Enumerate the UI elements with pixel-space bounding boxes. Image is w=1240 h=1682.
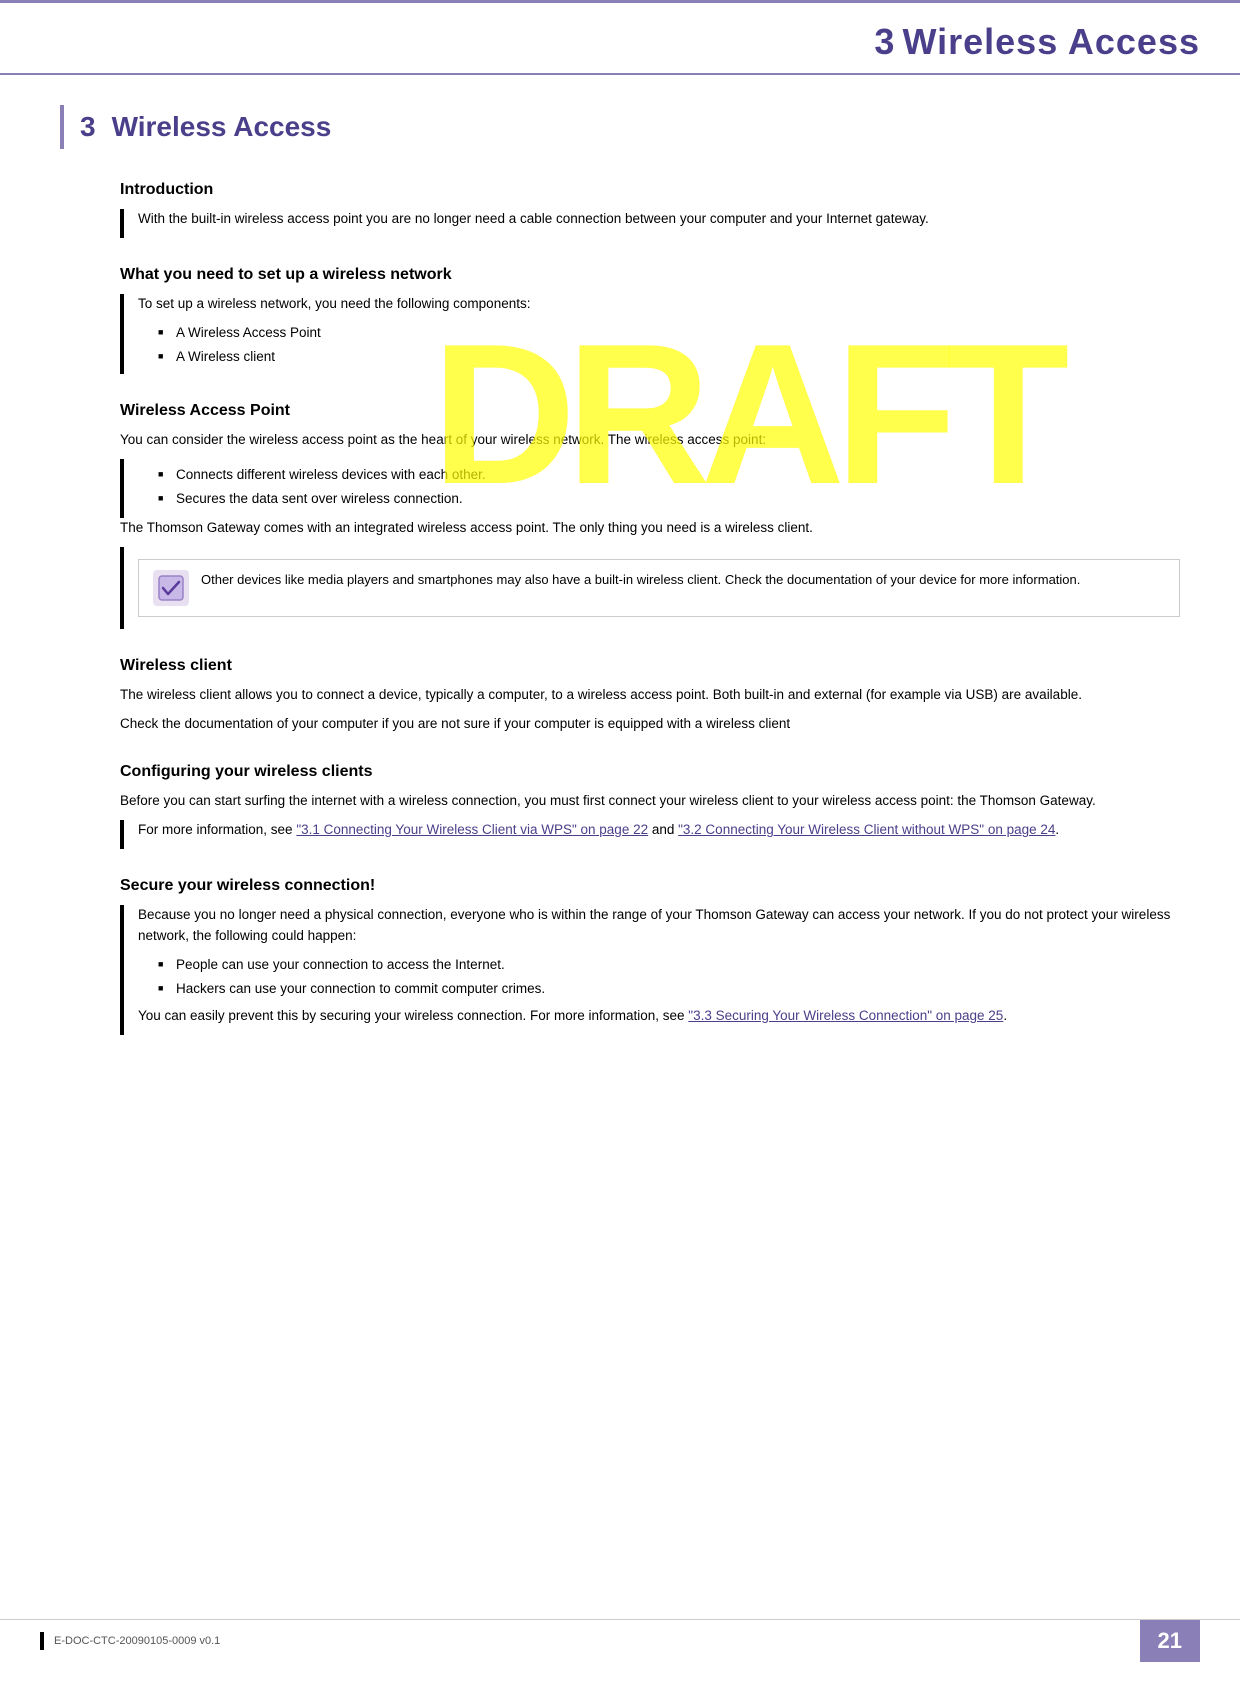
change-bar-configuring bbox=[120, 820, 124, 849]
wap-body1: You can consider the wireless access poi… bbox=[120, 430, 1180, 451]
secure-body1: Because you no longer need a physical co… bbox=[138, 905, 1180, 947]
configuring-heading: Configuring your wireless clients bbox=[120, 763, 1180, 781]
configuring-link1[interactable]: "3.1 Connecting Your Wireless Client via… bbox=[296, 822, 648, 837]
note-icon-inner bbox=[153, 570, 189, 606]
page-number: 21 bbox=[1140, 1620, 1200, 1662]
configuring-body2-suffix: . bbox=[1055, 822, 1059, 837]
what-you-need-heading: What you need to set up a wireless netwo… bbox=[120, 266, 1180, 284]
header-chapter-num: 3 bbox=[874, 21, 894, 63]
secure-link[interactable]: "3.3 Securing Your Wireless Connection" … bbox=[688, 1008, 1003, 1023]
change-bar-what bbox=[120, 294, 124, 374]
configuring-body1: Before you can start surfing the interne… bbox=[120, 791, 1180, 812]
wap-bullets: Connects different wireless devices with… bbox=[158, 465, 486, 513]
section-what-you-need: What you need to set up a wireless netwo… bbox=[60, 266, 1180, 374]
list-item: Secures the data sent over wireless conn… bbox=[158, 489, 486, 510]
introduction-body: With the built-in wireless access point … bbox=[138, 209, 929, 230]
list-item: Connects different wireless devices with… bbox=[158, 465, 486, 486]
change-bar-intro bbox=[120, 209, 124, 238]
note-text: Other devices like media players and sma… bbox=[201, 570, 1080, 590]
header-title: Wireless Access bbox=[902, 21, 1200, 63]
list-item: People can use your connection to access… bbox=[158, 955, 1180, 976]
main-content: 3 Wireless Access Introduction With the … bbox=[0, 75, 1240, 1115]
section-introduction: Introduction With the built-in wireless … bbox=[60, 181, 1180, 238]
introduction-heading: Introduction bbox=[120, 181, 1180, 199]
wireless-access-point-heading: Wireless Access Point bbox=[120, 402, 1180, 420]
secure-body2-suffix: . bbox=[1003, 1008, 1007, 1023]
chapter-number: 3 bbox=[80, 111, 96, 143]
section-secure: Secure your wireless connection! Because… bbox=[60, 877, 1180, 1035]
what-you-need-list: A Wireless Access Point A Wireless clien… bbox=[158, 323, 530, 368]
secure-bullets: People can use your connection to access… bbox=[158, 955, 1180, 1000]
change-bar-secure bbox=[120, 905, 124, 1035]
change-bar-wap bbox=[120, 459, 124, 519]
footer-change-bar bbox=[40, 1632, 44, 1650]
wap-body2: The Thomson Gateway comes with an integr… bbox=[120, 518, 1180, 539]
secure-heading: Secure your wireless connection! bbox=[120, 877, 1180, 895]
secure-body2: You can easily prevent this by securing … bbox=[138, 1006, 1180, 1027]
configuring-body2-prefix: For more information, see bbox=[138, 822, 296, 837]
chapter-bar bbox=[60, 105, 64, 149]
section-wireless-client: Wireless client The wireless client allo… bbox=[60, 657, 1180, 735]
configuring-body2: For more information, see "3.1 Connectin… bbox=[138, 820, 1059, 841]
page-header: 3 Wireless Access bbox=[0, 3, 1240, 75]
list-item: A Wireless client bbox=[158, 347, 530, 368]
footer-doc-id: E-DOC-CTC-20090105-0009 v0.1 bbox=[54, 1635, 220, 1647]
secure-body2-prefix: You can easily prevent this by securing … bbox=[138, 1008, 688, 1023]
configuring-link2[interactable]: "3.2 Connecting Your Wireless Client wit… bbox=[678, 822, 1055, 837]
wc-body2: Check the documentation of your computer… bbox=[120, 714, 1180, 735]
page-footer: E-DOC-CTC-20090105-0009 v0.1 21 bbox=[0, 1619, 1240, 1662]
list-item: A Wireless Access Point bbox=[158, 323, 530, 344]
section-wireless-access-point: Wireless Access Point You can consider t… bbox=[60, 402, 1180, 630]
change-bar-note bbox=[120, 547, 124, 629]
configuring-body2-mid: and bbox=[648, 822, 678, 837]
what-you-need-body: To set up a wireless network, you need t… bbox=[138, 294, 530, 315]
note-box: Other devices like media players and sma… bbox=[138, 559, 1180, 617]
chapter-title: Wireless Access bbox=[112, 111, 332, 143]
section-configuring: Configuring your wireless clients Before… bbox=[60, 763, 1180, 849]
wireless-client-heading: Wireless client bbox=[120, 657, 1180, 675]
checkmark-icon bbox=[157, 574, 185, 602]
wc-body1: The wireless client allows you to connec… bbox=[120, 685, 1180, 706]
note-icon bbox=[153, 570, 189, 606]
list-item: Hackers can use your connection to commi… bbox=[158, 979, 1180, 1000]
